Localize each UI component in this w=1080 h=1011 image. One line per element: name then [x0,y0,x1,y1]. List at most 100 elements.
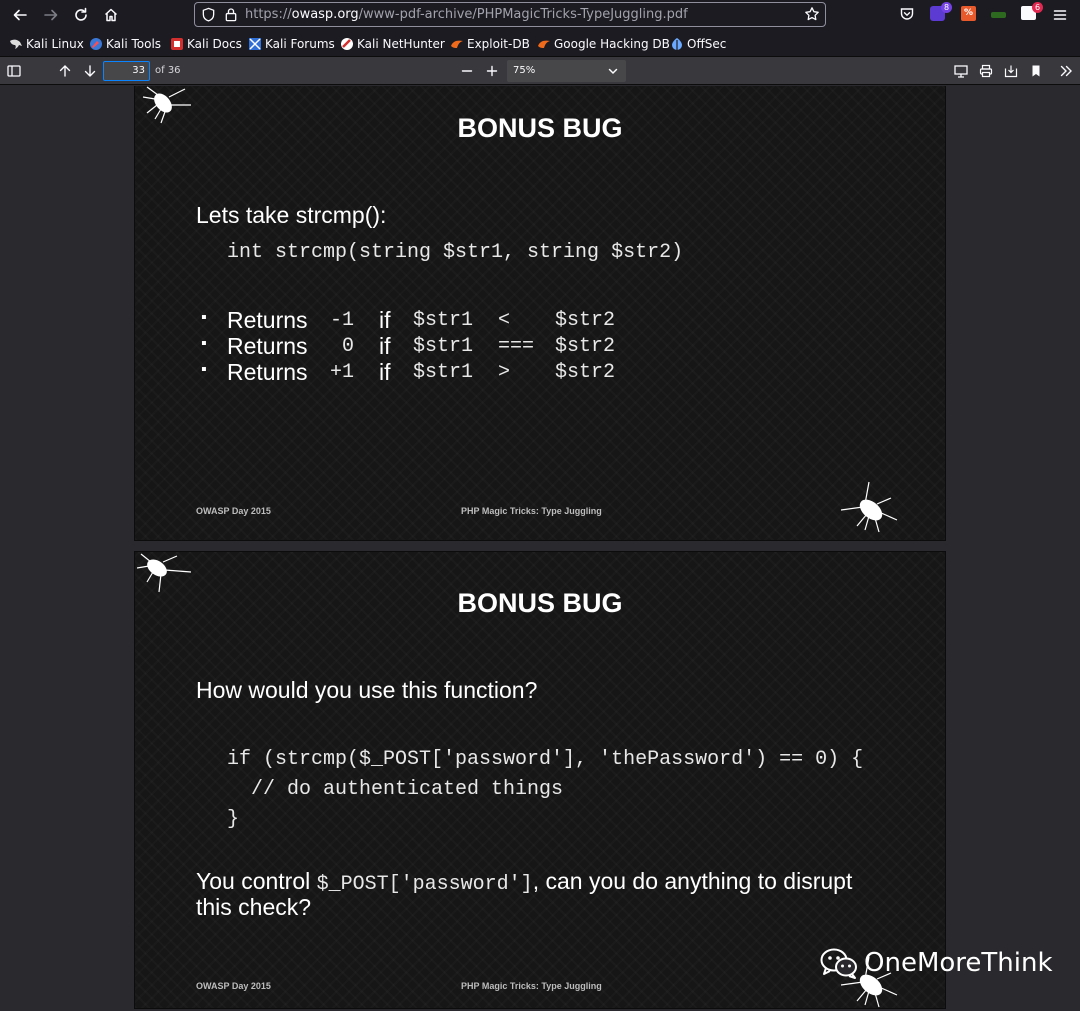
offsec-icon [670,37,684,51]
presentation-mode-button[interactable] [951,61,971,81]
arrow-right-icon [44,9,58,21]
cockroach-logo-icon [840,481,898,533]
bullet-lhs: $str1 [413,309,474,332]
sidebar-icon [7,65,21,77]
code-line: // do authenticated things [227,778,564,801]
bullet-condition: if [379,333,391,359]
home-button[interactable] [100,4,122,26]
bookmark-label: Kali Docs [187,37,242,51]
bookmark-page-button[interactable] [1026,61,1046,81]
arrow-down-icon [84,65,96,77]
tracking-protection-shield-icon[interactable] [201,7,216,26]
slide-control-text-line2: this check? [196,894,312,920]
kali-dragon-icon [9,37,23,51]
wechat-icon [820,948,857,979]
bookmark-offsec[interactable]: OffSec [670,36,726,52]
extension-badge: 6 [1032,2,1043,13]
code-line: } [227,808,240,831]
zoom-in-button[interactable] [482,61,502,81]
pdf-page: BONUS BUG How would you use this functio… [134,551,946,1009]
url-domain: owasp.org [291,7,359,22]
arrow-up-icon [59,65,71,77]
zoom-out-button[interactable] [457,61,477,81]
bullet-operator: === [498,335,535,358]
bullet-operator: > [498,361,511,384]
pocket-icon [900,8,914,20]
mail-extension-button[interactable]: 6 [1021,2,1043,22]
tab-extension-icon [991,12,1006,18]
slide-footer-left: OWASP Day 2015 [196,506,271,516]
extension-badge: 8 [941,2,952,13]
slide-footer-center: PHP Magic Tricks: Type Juggling [461,981,602,991]
bullet-lhs: $str1 [413,335,474,358]
bookmark-kali-docs[interactable]: Kali Docs [170,36,242,52]
slide-footer-center: PHP Magic Tricks: Type Juggling [461,506,602,516]
arrow-left-icon [13,9,27,21]
bookmark-label: Kali Forums [265,37,335,51]
bullet-value: -1 [330,309,355,332]
lock-icon[interactable] [224,7,238,26]
double-chevron-right-icon [1060,65,1072,77]
url-bar[interactable]: https://owasp.org/www-pdf-archive/PHPMag… [194,2,826,27]
download-icon [1004,65,1018,78]
pocket-button[interactable] [899,6,915,22]
slide-question-text: How would you use this function? [196,677,538,703]
bullet-rhs: $str2 [555,309,616,332]
nethunter-icon [340,37,354,51]
previous-page-button[interactable] [55,61,75,81]
forward-button[interactable] [40,4,62,26]
toggle-sidebar-button[interactable] [4,61,24,81]
slide-footer-left: OWASP Day 2015 [196,981,271,991]
url-path: /www-pdf-archive/PHPMagicTricks-TypeJugg… [358,7,688,22]
navigation-bar: https://owasp.org/www-pdf-archive/PHPMag… [0,0,1080,30]
bullet-word: Returns [227,307,308,333]
tab-extension-button[interactable] [991,6,1007,22]
save-button[interactable] [1001,61,1021,81]
kali-docs-icon [170,37,184,51]
bullet-lhs: $str1 [413,361,474,384]
zoom-select[interactable]: 75% [507,60,626,82]
bullet-rhs: $str2 [555,361,616,384]
more-tools-button[interactable] [1056,61,1076,81]
reload-button[interactable] [70,4,92,26]
hamburger-menu-icon [1053,10,1067,20]
back-button[interactable] [9,4,31,26]
pdf-viewer[interactable]: BONUS BUG Lets take strcmp(): int strcmp… [0,86,1080,1011]
bookmark-star-button[interactable] [804,6,820,26]
ublock-extension-button[interactable]: 8 [930,2,952,22]
bookmark-google-hacking-db[interactable]: Google Hacking DB [537,36,670,52]
bullet-icon: ▪ [201,361,207,378]
bookmark-label: Kali Linux [26,37,84,51]
bullet-operator: < [498,309,511,332]
function-signature: int strcmp(string $str1, string $str2) [227,241,684,264]
bookmark-label: Google Hacking DB [554,37,670,51]
bullet-icon: ▪ [201,335,207,352]
ghdb-icon [537,37,551,51]
bullet-icon: ▪ [201,309,207,326]
app-menu-button[interactable] [1049,4,1071,26]
minus-icon [461,70,473,72]
bookmarks-toolbar: Kali Linux Kali Tools Kali Docs Kali For… [0,30,1080,57]
star-icon [805,7,819,21]
slide-title: BONUS BUG [457,588,623,618]
bullet-value: 0 [330,335,355,358]
watermark: OneMoreThink [820,947,1053,979]
bookmark-kali-forums[interactable]: Kali Forums [248,36,335,52]
print-button[interactable] [976,61,996,81]
kali-tools-icon [89,37,103,51]
url-text[interactable]: https://owasp.org/www-pdf-archive/PHPMag… [245,7,688,22]
bookmark-kali-tools[interactable]: Kali Tools [89,36,161,52]
bookmark-kali-linux[interactable]: Kali Linux [9,36,84,52]
reload-icon [75,7,87,21]
bullet-word: Returns [227,333,308,359]
page-number-input[interactable]: 33 [103,61,150,81]
code-line: if (strcmp($_POST['password'], 'thePassw… [227,748,864,771]
bookmark-kali-nethunter[interactable]: Kali NetHunter [340,36,445,52]
next-page-button[interactable] [80,61,100,81]
web-extension-button[interactable]: % [961,6,977,22]
kali-forums-icon [248,37,262,51]
bullet-rhs: $str2 [555,335,616,358]
bookmark-exploit-db[interactable]: Exploit-DB [450,36,530,52]
bullet-value: +1 [330,361,355,384]
control-text-code: $_POST['password'] [316,873,533,896]
